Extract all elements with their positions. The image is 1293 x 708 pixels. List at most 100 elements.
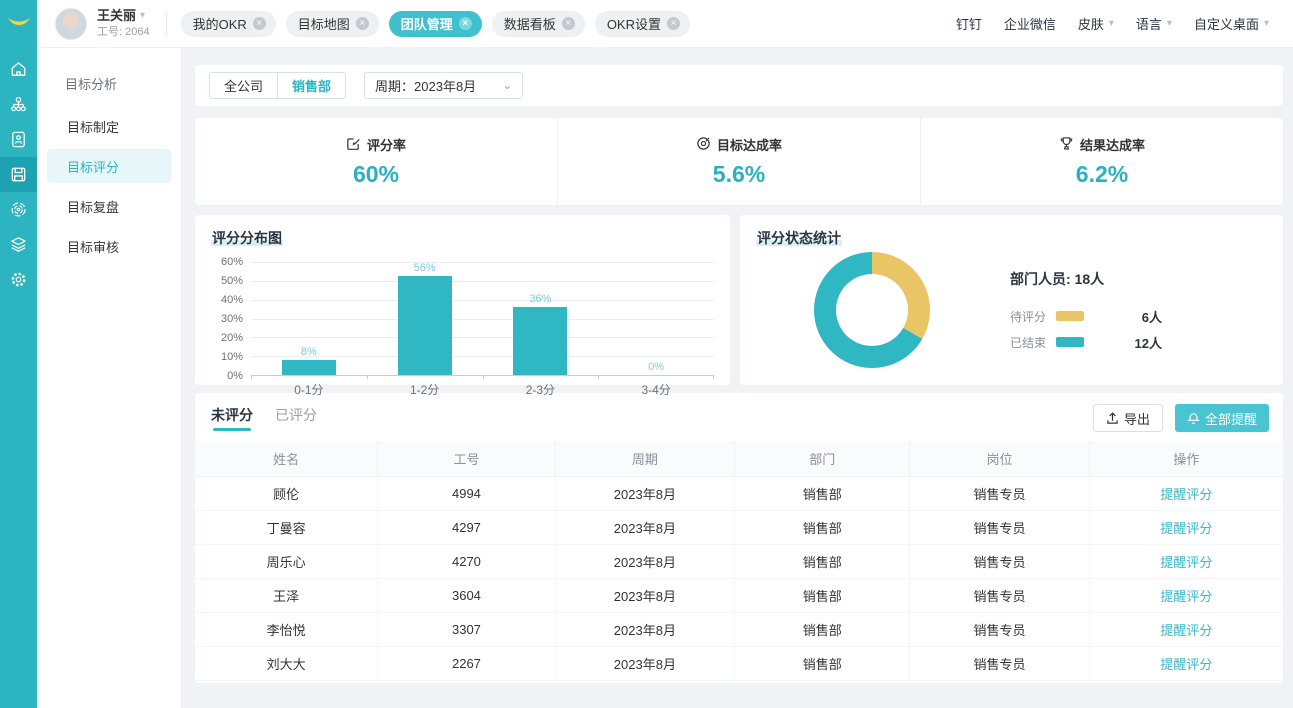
table-column-header: 周期: [555, 441, 735, 476]
table-header-row: 姓名工号周期部门岗位操作: [195, 441, 1283, 476]
remind-score-link[interactable]: 提醒评分: [1160, 555, 1212, 570]
scope-segmented-control: 全公司销售部: [209, 72, 346, 99]
rail-item-fingerprint[interactable]: [0, 192, 37, 227]
bar-value-label: 8%: [301, 346, 317, 358]
period-select[interactable]: 周期：2023年8月 ⌄: [364, 72, 523, 99]
bar-chart-yaxis: 60%50%40%30%20%10%0%: [211, 262, 251, 376]
x-category-label: 3-4分: [598, 381, 714, 398]
bell-icon: [1187, 412, 1200, 425]
remind-score-link[interactable]: 提醒评分: [1160, 521, 1212, 536]
stat-label-text: 评分率: [367, 135, 406, 154]
cell-action: 提醒评分: [1089, 612, 1283, 646]
rail-item-org[interactable]: [0, 87, 37, 122]
sidebar-item-item[interactable]: 目标审核: [47, 229, 171, 263]
stats-summary: 评分率60%目标达成率5.6%结果达成率6.2%: [195, 118, 1283, 205]
bar-value-label: 56%: [414, 262, 436, 274]
tab-close-icon[interactable]: ×: [667, 17, 680, 30]
stat-block: 结果达成率6.2%: [920, 118, 1283, 205]
topbar-menu-label: 钉钉: [956, 14, 982, 33]
cell-dept: 销售部: [735, 476, 910, 510]
tab-close-icon[interactable]: ×: [562, 17, 575, 30]
topbar-tab[interactable]: 数据看板 ×: [492, 11, 585, 37]
sidebar-item-active[interactable]: 目标评分: [47, 149, 171, 183]
topbar-menu-item[interactable]: 皮肤▾: [1078, 14, 1114, 33]
rail-item-save[interactable]: [0, 157, 37, 192]
cell-period: 2023年8月: [555, 544, 735, 578]
user-block[interactable]: 王关丽▾ 工号: 2064: [97, 9, 150, 39]
donut-hole: [836, 274, 908, 346]
remind-score-link[interactable]: 提醒评分: [1160, 623, 1212, 638]
x-axis-tick: [713, 375, 714, 379]
remind-all-button[interactable]: 全部提醒: [1175, 404, 1269, 432]
topbar-tab[interactable]: 我的OKR×: [181, 11, 276, 37]
topbar-tab-label: 数据看板: [504, 14, 556, 33]
tab-close-icon[interactable]: ×: [459, 17, 472, 30]
x-axis-tick: [251, 375, 252, 379]
scope-segment[interactable]: 销售部: [278, 72, 346, 99]
bar-cell: 0%: [598, 262, 714, 375]
avatar[interactable]: [55, 8, 87, 40]
app-logo[interactable]: [0, 0, 37, 46]
topbar-tab-label: 目标地图: [298, 14, 350, 33]
export-button[interactable]: 导出: [1093, 404, 1163, 432]
remind-score-link[interactable]: 提醒评分: [1160, 589, 1212, 604]
remind-score-link[interactable]: 提醒评分: [1160, 487, 1212, 502]
cell-position: 销售专员: [910, 476, 1090, 510]
sidebar: 目标分析 目标制定目标评分目标复盘目标审核: [37, 48, 182, 708]
y-tick-label: 60%: [221, 256, 243, 268]
members-table-card: 未评分已评分 导出 全部提醒 姓名工号周期部门岗位操作 顾伦4: [195, 393, 1283, 683]
legend-row: 待评分6人: [1010, 307, 1162, 326]
topbar-tab-label: OKR设置: [607, 14, 661, 33]
caret-down-icon: ▾: [140, 10, 145, 22]
topbar-divider: [166, 12, 167, 36]
tab-close-icon[interactable]: ×: [253, 17, 266, 30]
cell-dept: 销售部: [735, 544, 910, 578]
tab-close-icon[interactable]: ×: [356, 17, 369, 30]
topbar-menu-item[interactable]: 钉钉: [956, 14, 982, 33]
department-total: 部门人员: 18人: [1010, 269, 1162, 289]
rail-item-doc[interactable]: [0, 122, 37, 157]
export-icon: [1106, 412, 1119, 425]
bar[interactable]: [282, 360, 336, 375]
stat-block: 目标达成率5.6%: [557, 118, 920, 205]
caret-down-icon: ▾: [1167, 18, 1172, 29]
bar[interactable]: [513, 307, 567, 375]
y-tick-label: 30%: [221, 313, 243, 325]
topbar-tab[interactable]: 团队管理×: [389, 11, 482, 37]
table-row: 刘大大22672023年8月销售部销售专员提醒评分: [195, 646, 1283, 680]
stat-label-text: 结果达成率: [1080, 135, 1145, 154]
y-tick-label: 50%: [221, 275, 243, 287]
topbar-tab[interactable]: OKR设置 ×: [595, 11, 690, 37]
sidebar-item-item[interactable]: 目标复盘: [47, 189, 171, 223]
topbar-menu-label: 企业微信: [1004, 14, 1056, 33]
fingerprint-icon: [9, 200, 28, 219]
cell-action: 提醒评分: [1089, 476, 1283, 510]
table-tab[interactable]: 未评分: [211, 405, 253, 431]
topbar-menu-label: 皮肤: [1078, 14, 1104, 33]
remind-score-link[interactable]: 提醒评分: [1160, 657, 1212, 672]
topbar-tab[interactable]: 目标地图 ×: [286, 11, 379, 37]
cell-position: 销售专员: [910, 578, 1090, 612]
sidebar-item-item[interactable]: 目标制定: [47, 109, 171, 143]
rail-item-settings[interactable]: [0, 262, 37, 297]
primary-rail: [0, 0, 37, 708]
bar[interactable]: [398, 276, 452, 375]
rail-item-home[interactable]: [0, 52, 37, 87]
topbar-menu-item[interactable]: 自定义桌面▾: [1194, 14, 1269, 33]
score-status-card: 评分状态统计 部门人员: 18人 待评分6人已结束12人: [740, 215, 1283, 385]
table-head: 未评分已评分 导出 全部提醒: [195, 393, 1283, 441]
doc-user-icon: [9, 130, 28, 149]
caret-down-icon: ▾: [1264, 18, 1269, 29]
scope-segment[interactable]: 全公司: [209, 72, 278, 99]
cell-period: 2023年8月: [555, 578, 735, 612]
save-icon: [9, 165, 28, 184]
table-tab[interactable]: 已评分: [275, 405, 317, 431]
target-icon: [696, 136, 711, 154]
cell-name: 王泽: [195, 578, 378, 612]
bar-cell: 36%: [483, 262, 599, 375]
legend-swatch: [1056, 311, 1084, 321]
topbar-menu-item[interactable]: 语言▾: [1136, 14, 1172, 33]
rail-item-layers[interactable]: [0, 227, 37, 262]
legend-label: 已结束: [1010, 334, 1056, 351]
topbar-menu-item[interactable]: 企业微信: [1004, 14, 1056, 33]
